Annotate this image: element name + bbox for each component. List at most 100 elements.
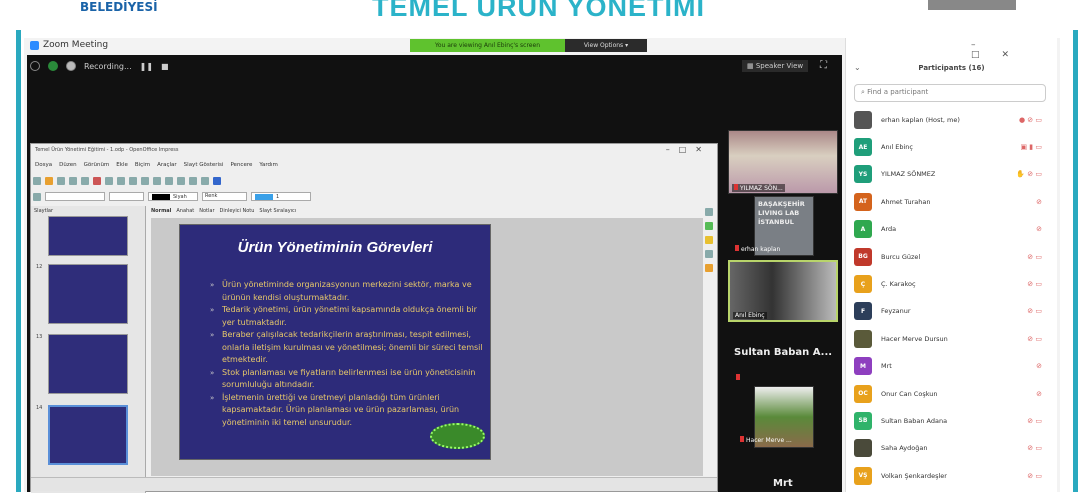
slide-thumbnail-selected[interactable] (48, 405, 128, 465)
paste-icon[interactable] (153, 176, 161, 185)
cut-icon[interactable] (129, 176, 137, 185)
status-icons[interactable]: ⊘ (1036, 362, 1042, 370)
status-icons[interactable]: ✋ ⊘ ▭ (1016, 170, 1042, 178)
participant-list: erhan kaplan (Host, me) ● ⊘ ▭ AE Anıl Ebinç… (846, 106, 1056, 489)
participant-row[interactable]: OC Onur Can Coşkun ⊘ (846, 380, 1056, 407)
slide-thumbnail[interactable] (48, 216, 128, 256)
video-tile-name: Mrt (773, 478, 793, 489)
copy-icon[interactable] (141, 176, 149, 185)
undo-icon[interactable] (165, 176, 173, 185)
navigator-icon[interactable] (705, 250, 713, 258)
status-icons[interactable]: ⊘ ▭ (1027, 307, 1042, 315)
participant-row[interactable]: A Arda ⊘ (846, 216, 1056, 243)
speaker-view-button[interactable]: ▦ Speaker View (742, 60, 809, 72)
slide-thumbnail[interactable] (48, 334, 128, 394)
line-width-field[interactable] (109, 192, 144, 201)
video-tile[interactable]: YILMAZ SÖN... (728, 130, 838, 194)
redo-icon[interactable] (177, 176, 185, 185)
slide-thumbnail[interactable] (48, 264, 128, 324)
avatar: AE (854, 138, 872, 157)
menu-format[interactable]: Biçim (135, 162, 150, 168)
status-icons[interactable]: ⊘ ▭ (1027, 335, 1042, 343)
chart-icon[interactable] (189, 176, 197, 185)
tab-normal[interactable]: Normal (151, 208, 171, 214)
impress-title: Temel Ürün Yönetimi Eğitimi - 1.odp - Op… (35, 147, 179, 153)
view-options-button[interactable]: View Options ▾ (565, 39, 647, 52)
participant-row[interactable]: BG Burcu Güzel ⊘ ▭ (846, 243, 1056, 270)
avatar: BG (854, 247, 872, 266)
participant-row[interactable]: AT Ahmet Turahan ⊘ (846, 188, 1056, 215)
pdf-icon[interactable] (93, 176, 101, 185)
status-icons[interactable]: ⊘ ▭ (1027, 253, 1042, 261)
status-icons[interactable]: ● ⊘ ▭ (1019, 116, 1042, 124)
status-icons[interactable]: ⊘ (1036, 390, 1042, 398)
participant-row[interactable]: F Feyzanur ⊘ ▭ (846, 298, 1056, 325)
participant-search-input[interactable]: ⌕ Find a participant (854, 84, 1046, 102)
menu-insert[interactable]: Ekle (116, 162, 128, 168)
status-icons[interactable]: ⊘ ▭ (1027, 472, 1042, 480)
email-icon[interactable] (69, 176, 77, 185)
menu-window[interactable]: Pencere (230, 162, 252, 168)
help-icon[interactable] (213, 176, 221, 185)
current-slide[interactable]: Ürün Yönetiminin Görevleri Ürün yönetimi… (179, 224, 491, 460)
area-style-select[interactable]: Renk (202, 192, 247, 201)
active-speaker-tile[interactable]: Anıl Ebinç (728, 260, 838, 322)
bullet: İşletmenin ürettiği ve üretmeyi planladı… (210, 392, 485, 430)
menu-tools[interactable]: Araçlar (157, 162, 177, 168)
tab-handout[interactable]: Dinleyici Notu (220, 208, 255, 214)
status-icons[interactable]: ⊘ (1036, 198, 1042, 206)
participant-row[interactable]: AE Anıl Ebinç ▣ ▮ ▭ (846, 133, 1056, 160)
fill-color-select[interactable]: 1 (251, 192, 311, 201)
menu-file[interactable]: Dosya (35, 162, 52, 168)
status-icons[interactable]: ⊘ ▭ (1027, 417, 1042, 425)
window-controls[interactable]: –□✕ (971, 40, 1057, 60)
properties-icon[interactable] (705, 208, 713, 216)
styles-icon[interactable] (705, 222, 713, 230)
avatar: Ç (854, 275, 872, 294)
open-icon[interactable] (45, 176, 53, 185)
participant-row[interactable]: Hacer Merve Dursun ⊘ ▭ (846, 325, 1056, 352)
avatar (854, 329, 872, 348)
save-icon[interactable] (57, 176, 65, 185)
line-icon[interactable] (33, 192, 41, 201)
spellcheck-icon[interactable] (117, 176, 125, 185)
status-icons[interactable]: ⊘ (1036, 225, 1042, 233)
shield-icon[interactable] (48, 61, 58, 71)
participant-row[interactable]: Ç Ç. Karakoç ⊘ ▭ (846, 270, 1056, 297)
status-icons[interactable]: ⊘ ▭ (1027, 444, 1042, 452)
menu-help[interactable]: Yardım (259, 162, 278, 168)
status-icons[interactable]: ⊘ ▭ (1027, 280, 1042, 288)
new-icon[interactable] (33, 176, 41, 185)
participant-name: Mrt (881, 362, 892, 371)
tab-outline[interactable]: Anahat (176, 208, 194, 214)
functions-icon[interactable] (705, 264, 713, 272)
participant-row[interactable]: Saha Aydoğan ⊘ ▭ (846, 435, 1056, 462)
line-color-select[interactable]: Siyah (148, 192, 198, 201)
participant-row[interactable]: erhan kaplan (Host, me) ● ⊘ ▭ (846, 106, 1056, 133)
fullscreen-icon[interactable]: ⛶ (820, 60, 827, 71)
participant-row[interactable]: SB Sultan Baban Adana ⊘ ▭ (846, 407, 1056, 434)
participant-row[interactable]: VŞ Volkan Şenkardeşler ⊘ ▭ (846, 462, 1056, 489)
impress-window-controls[interactable]: –□✕ (666, 145, 711, 154)
tab-slide-sorter[interactable]: Slayt Sıralayıcı (259, 208, 296, 214)
avatar: OC (854, 384, 872, 403)
pause-recording-icon[interactable]: ❚❚ (140, 62, 153, 71)
menu-slideshow[interactable]: Slayt Gösterisi (184, 162, 224, 168)
participant-row[interactable]: YS YILMAZ SÖNMEZ ✋ ⊘ ▭ (846, 161, 1056, 188)
frame-border-left (16, 30, 21, 492)
edit-icon[interactable] (81, 176, 89, 185)
tab-notes[interactable]: Notlar (199, 208, 214, 214)
stop-recording-icon[interactable]: ■ (161, 62, 169, 71)
info-icon[interactable] (30, 61, 40, 71)
menu-view[interactable]: Görünüm (84, 162, 110, 168)
participant-row[interactable]: M Mrt ⊘ (846, 353, 1056, 380)
gallery-icon[interactable] (705, 236, 713, 244)
line-style-select[interactable] (45, 192, 105, 201)
muted-icon (734, 184, 738, 190)
table-icon[interactable] (201, 176, 209, 185)
status-icons[interactable]: ▣ ▮ ▭ (1020, 143, 1042, 151)
menu-edit[interactable]: Düzen (59, 162, 76, 168)
print-icon[interactable] (105, 176, 113, 185)
fill-color-label: 1 (276, 193, 280, 200)
slide-number: 14 (36, 405, 43, 411)
